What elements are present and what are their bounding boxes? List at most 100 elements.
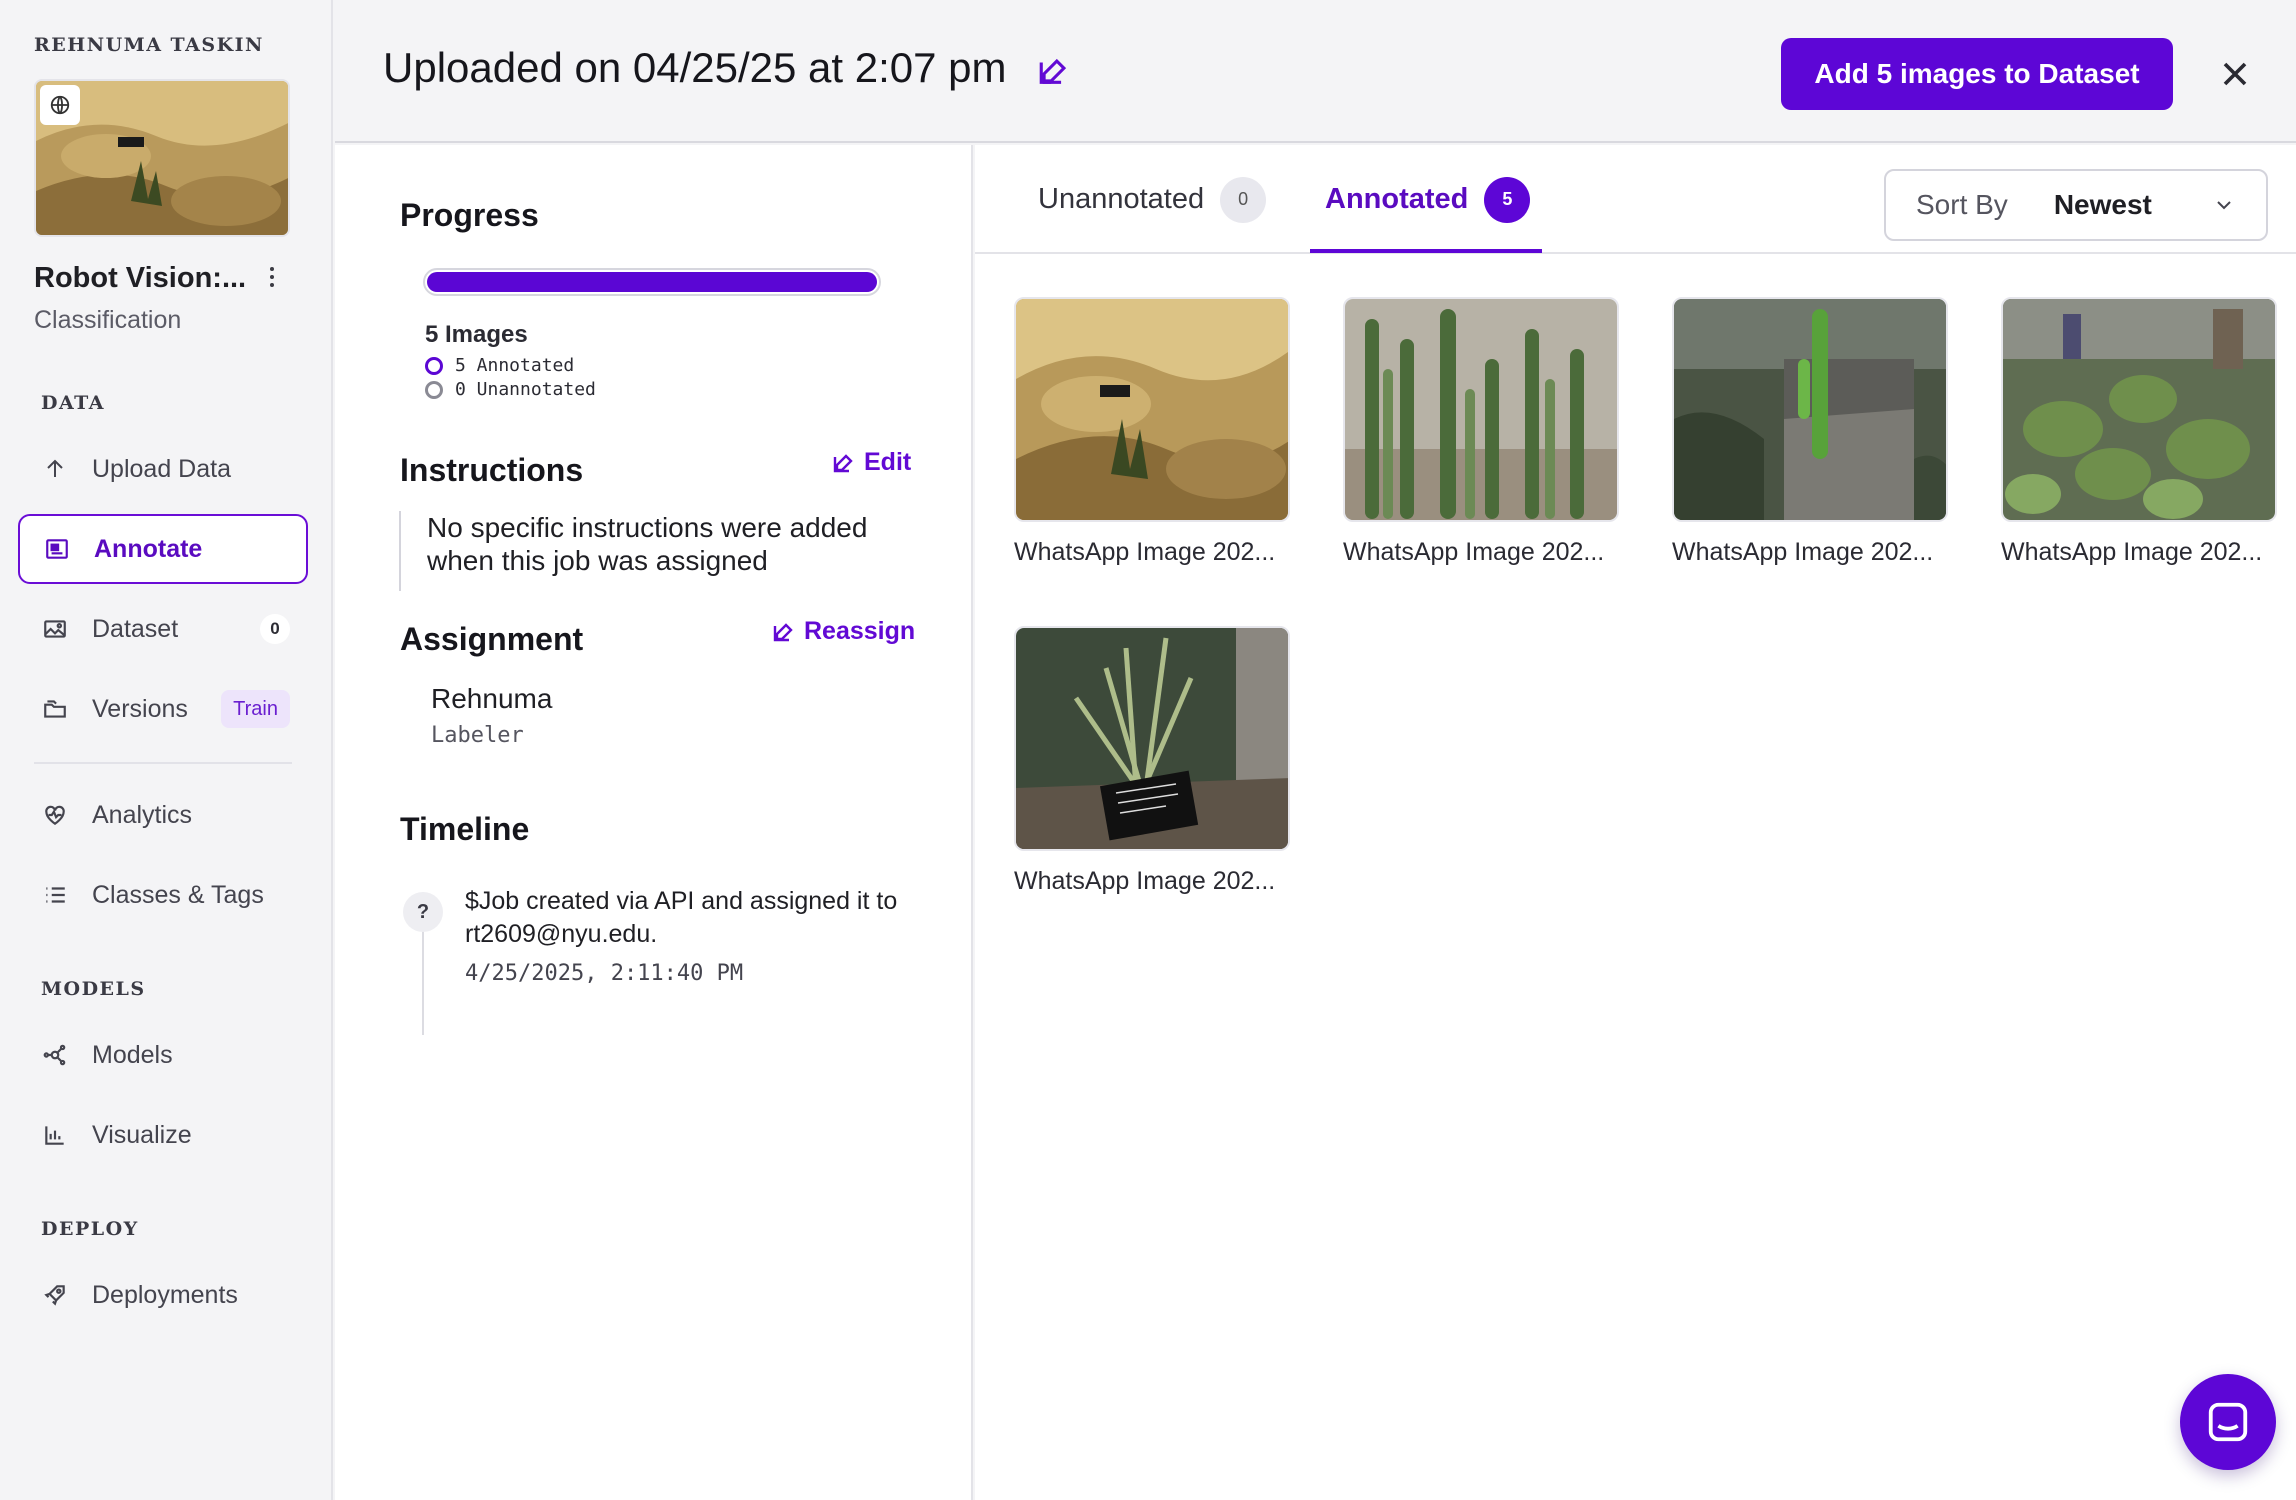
image-thumbnail [2001, 297, 2277, 522]
rocket-icon [40, 1280, 70, 1310]
image-card[interactable]: WhatsApp Image 202... [1343, 297, 1619, 567]
sidebar-item-label: Visualize [92, 1120, 192, 1149]
sidebar-item-models[interactable]: Models [18, 1020, 308, 1090]
annotated-legend: 5 Annotated [425, 355, 574, 376]
image-filename: WhatsApp Image 202... [1014, 538, 1276, 566]
image-thumbnail [1014, 626, 1290, 851]
image-card[interactable]: WhatsApp Image 202... [1672, 297, 1948, 567]
chat-launcher-button[interactable] [2180, 1374, 2276, 1470]
assignment-heading: Assignment [400, 621, 584, 657]
assignee-role: Labeler [431, 723, 524, 748]
image-card[interactable]: WhatsApp Image 202... [1014, 297, 1290, 567]
train-pill: Train [221, 690, 290, 728]
progress-fill [427, 272, 877, 292]
edit-icon [773, 622, 793, 641]
image-icon [40, 614, 70, 644]
sidebar-item-dataset[interactable]: Dataset 0 [18, 594, 308, 664]
edit-icon [833, 453, 853, 472]
sidebar-item-deployments[interactable]: Deployments [18, 1260, 308, 1330]
tab-count-badge: 0 [1220, 176, 1267, 223]
edit-label: Edit [864, 448, 912, 476]
sidebar-item-classes-tags[interactable]: Classes & Tags [18, 860, 308, 930]
sidebar: REHNUMA TASKIN Robot Vision:... Classifi… [0, 0, 333, 1500]
instructions-text: No specific instructions were added when… [399, 511, 919, 591]
heart-pulse-icon [40, 800, 70, 830]
tab-unannotated[interactable]: Unannotated 0 [1038, 145, 1267, 254]
annotate-icon [42, 534, 72, 564]
job-info-panel: Progress 5 Images 5 Annotated 0 Unannota… [335, 145, 973, 1500]
sidebar-item-upload-data[interactable]: Upload Data [18, 434, 308, 504]
images-count: 5 Images [425, 321, 528, 348]
image-filename: WhatsApp Image 202... [1343, 538, 1605, 566]
page-header: Uploaded on 04/25/25 at 2:07 pm Add 5 im… [335, 0, 2296, 143]
sidebar-item-label: Classes & Tags [92, 880, 264, 909]
active-tab-indicator [1310, 249, 1542, 253]
tab-label: Annotated [1325, 183, 1469, 215]
unannotated-count: 0 Unannotated [455, 379, 596, 400]
upload-arrow-icon [40, 454, 70, 484]
dataset-count-badge: 0 [260, 614, 290, 644]
progress-bar [423, 268, 881, 296]
more-options-icon[interactable] [262, 262, 282, 292]
sidebar-item-visualize[interactable]: Visualize [18, 1100, 308, 1170]
sidebar-item-label: Annotate [94, 534, 203, 563]
sidebar-item-annotate[interactable]: Annotate [18, 514, 308, 584]
add-images-to-dataset-button[interactable]: Add 5 images to Dataset [1781, 38, 2173, 110]
sidebar-item-analytics[interactable]: Analytics [18, 780, 308, 850]
project-type: Classification [34, 306, 182, 334]
sidebar-item-label: Dataset [92, 614, 179, 643]
list-icon [40, 880, 70, 910]
image-thumbnail [1672, 297, 1948, 522]
section-models: MODELS [41, 978, 146, 1000]
image-filename: WhatsApp Image 202... [1672, 538, 1934, 566]
sidebar-item-label: Upload Data [92, 454, 231, 483]
reassign-link[interactable]: Reassign [772, 617, 915, 646]
edit-title-icon[interactable] [1037, 54, 1071, 88]
timeline-event-text: $Job created via API and assigned it to … [465, 887, 898, 948]
image-filename: WhatsApp Image 202... [1014, 867, 1276, 895]
sort-label: Sort By [1916, 189, 2008, 220]
sidebar-item-label: Analytics [92, 800, 193, 829]
instructions-heading: Instructions [400, 452, 584, 488]
image-filename: WhatsApp Image 202... [2001, 538, 2263, 566]
project-thumbnail[interactable] [34, 79, 290, 237]
sort-by-select[interactable]: Sort By Newest [1884, 169, 2268, 241]
close-icon[interactable] [2215, 54, 2255, 94]
sidebar-item-versions[interactable]: Versions Train [18, 674, 308, 744]
annotated-count: 5 Annotated [455, 355, 575, 376]
sidebar-divider [34, 762, 292, 764]
sidebar-item-label: Models [92, 1040, 173, 1069]
bar-chart-icon [40, 1120, 70, 1150]
project-title[interactable]: Robot Vision:... [34, 262, 246, 295]
network-icon [40, 1040, 70, 1070]
tabs-bar: Unannotated 0 Annotated 5 Sort By Newest [975, 145, 2296, 254]
image-card[interactable]: WhatsApp Image 202... [1014, 626, 1290, 896]
tab-label: Unannotated [1038, 183, 1205, 215]
folders-icon [40, 694, 70, 724]
unannotated-legend: 0 Unannotated [425, 379, 596, 400]
tab-count-badge: 5 [1484, 176, 1531, 223]
edit-instructions-link[interactable]: Edit [832, 448, 911, 477]
timeline-event-time: 4/25/2025, 2:11:40 PM [465, 961, 744, 986]
image-thumbnail [1343, 297, 1619, 522]
image-thumbnail [1014, 297, 1290, 522]
image-gallery: Unannotated 0 Annotated 5 Sort By Newest [975, 145, 2296, 1500]
image-card[interactable]: WhatsApp Image 202... [2001, 297, 2277, 567]
annotated-dot-icon [425, 356, 443, 375]
assignee-name: Rehnuma [431, 683, 553, 714]
section-data: DATA [41, 392, 106, 414]
timeline-event-dot: ? [403, 892, 443, 932]
tab-annotated[interactable]: Annotated 5 [1325, 145, 1531, 254]
progress-heading: Progress [400, 197, 539, 233]
reassign-label: Reassign [804, 617, 916, 645]
globe-icon [40, 85, 80, 125]
unannotated-dot-icon [425, 380, 443, 399]
sidebar-item-label: Versions [92, 694, 188, 723]
workspace-name[interactable]: REHNUMA TASKIN [34, 34, 264, 56]
section-deploy: DEPLOY [41, 1218, 139, 1240]
chat-icon [2208, 1402, 2248, 1442]
timeline-heading: Timeline [400, 811, 530, 847]
chevron-down-icon [2217, 201, 2231, 210]
sidebar-item-label: Deployments [92, 1280, 238, 1309]
sort-value: Newest [2053, 189, 2152, 220]
